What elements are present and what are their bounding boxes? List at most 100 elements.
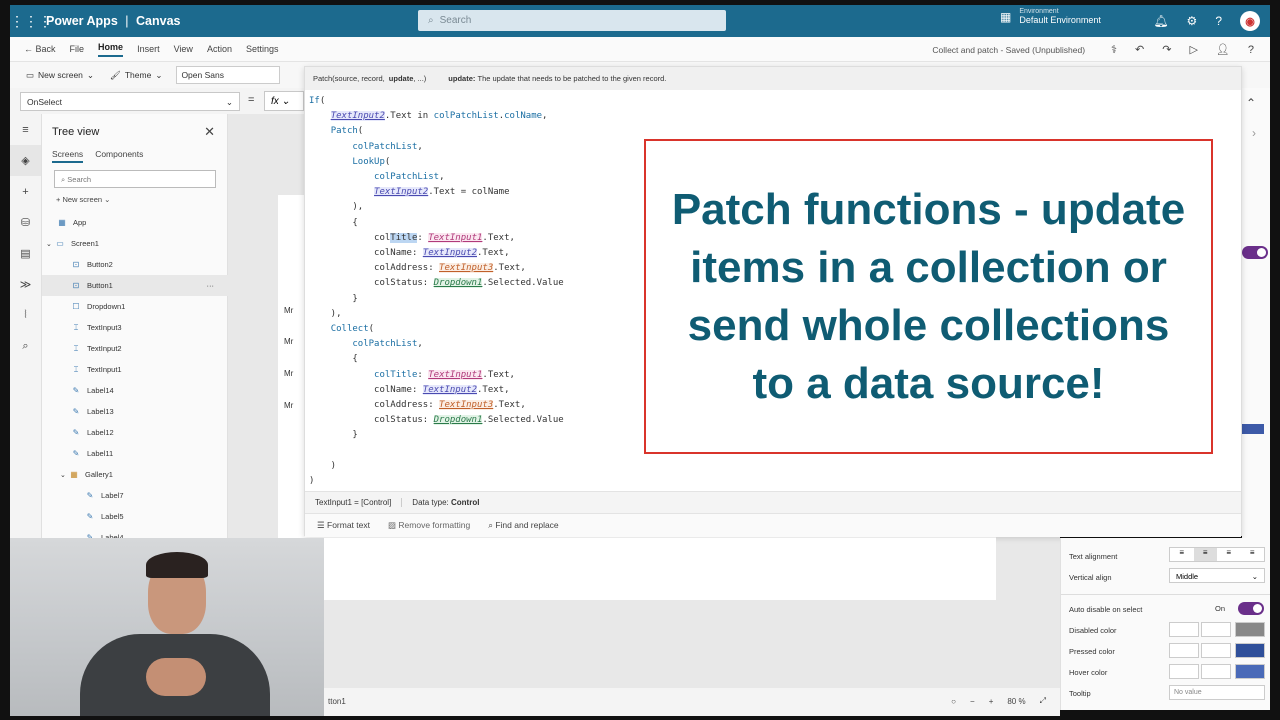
label-icon: ✎ bbox=[86, 512, 94, 521]
align-left-icon[interactable]: ≡ bbox=[1170, 548, 1194, 561]
tree-item-label11[interactable]: ✎ Label11 bbox=[42, 443, 228, 464]
tooltip-input[interactable]: No value bbox=[1169, 685, 1265, 700]
fill-color-button[interactable] bbox=[1201, 643, 1231, 658]
plus-icon[interactable]: + bbox=[10, 176, 41, 207]
font-color-button[interactable] bbox=[1169, 643, 1199, 658]
tree-item-label12[interactable]: ✎ Label12 bbox=[42, 422, 228, 443]
function-hint: Patch(source, record, update, ...) updat… bbox=[305, 67, 1241, 90]
canvas-bottom bbox=[324, 538, 996, 598]
menu-action[interactable]: Action bbox=[207, 44, 232, 54]
remove-formatting-button[interactable]: ▨ Remove formatting bbox=[388, 520, 470, 531]
font-color-button[interactable] bbox=[1169, 664, 1199, 679]
tree-item-label7[interactable]: ✎ Label7 bbox=[42, 485, 228, 506]
building-icon: ▦ bbox=[1000, 9, 1012, 24]
more-icon[interactable]: ··· bbox=[207, 281, 215, 290]
global-search-input[interactable]: ⌕ Search bbox=[418, 10, 726, 31]
menu-settings[interactable]: Settings bbox=[246, 44, 279, 54]
database-icon[interactable]: ⛁ bbox=[10, 207, 41, 238]
avatar[interactable]: ◉ bbox=[1240, 11, 1260, 31]
layers-icon[interactable]: ◈ bbox=[10, 145, 41, 176]
menu-insert[interactable]: Insert bbox=[137, 44, 160, 54]
tree-item-textinput3[interactable]: ⌶ TextInput3 bbox=[42, 317, 228, 338]
code-text[interactable]: If( TextInput2.Text in colPatchList.colN… bbox=[309, 94, 564, 489]
format-text-button[interactable]: ☰ Format text bbox=[317, 520, 370, 531]
tab-components[interactable]: Components bbox=[95, 149, 143, 163]
disabled-color-swatch[interactable] bbox=[1235, 622, 1265, 637]
auto-disable-value: On bbox=[1215, 604, 1226, 613]
play-icon[interactable]: ▷ bbox=[1189, 43, 1197, 56]
menu-bar: ← Back File Home Insert View Action Sett… bbox=[10, 37, 1270, 62]
tree-search-input[interactable]: ⌕ Search bbox=[54, 170, 216, 188]
environment-picker[interactable]: ▦ Environment Default Environment bbox=[1000, 8, 1101, 25]
help-icon-2[interactable]: ? bbox=[1248, 44, 1254, 56]
color-swatch[interactable] bbox=[1242, 424, 1264, 434]
textinput-icon: ⌶ bbox=[73, 343, 79, 353]
bottom-bar: tton1 ○ − + 80 % ⤢ bbox=[324, 688, 1060, 716]
tab-screens[interactable]: Screens bbox=[52, 149, 84, 163]
expand-icon[interactable]: ⤢ bbox=[1040, 696, 1046, 706]
equals-sign: = bbox=[248, 94, 255, 106]
tooltip-label: Tooltip bbox=[1069, 689, 1091, 698]
new-screen-button[interactable]: ▭ New screen ⌄ bbox=[26, 70, 94, 81]
gear-icon[interactable]: ⚙ bbox=[1187, 14, 1198, 28]
tree-new-screen-button[interactable]: + New screen ⌄ bbox=[56, 195, 110, 204]
menu-home[interactable]: Home bbox=[98, 42, 124, 57]
label-icon: ✎ bbox=[72, 449, 80, 458]
variables-icon[interactable]: ⦚ bbox=[10, 300, 41, 331]
tree-item-label13[interactable]: ✎ Label13 bbox=[42, 401, 228, 422]
chevron-up-icon[interactable]: ⌃ bbox=[1246, 96, 1256, 110]
tree-item-textinput1[interactable]: ⌶ TextInput1 bbox=[42, 359, 228, 380]
font-select[interactable]: Open Sans bbox=[176, 66, 281, 84]
button-icon: ⊡ bbox=[72, 260, 80, 269]
plus-icon[interactable]: + bbox=[989, 697, 994, 706]
minus-icon[interactable]: − bbox=[970, 697, 975, 706]
tree-item-button2[interactable]: ⊡ Button2 bbox=[42, 254, 228, 275]
close-icon[interactable]: ✕ bbox=[204, 124, 215, 140]
partial-toggle[interactable] bbox=[1242, 246, 1268, 259]
back-button[interactable]: ← Back bbox=[24, 44, 56, 54]
tree-item-button1[interactable]: ⊡ Button1 ··· bbox=[42, 275, 228, 296]
auto-disable-toggle[interactable] bbox=[1238, 602, 1264, 615]
media-icon[interactable]: ▤ bbox=[10, 238, 41, 269]
font-color-button[interactable] bbox=[1169, 622, 1199, 637]
vertical-align-select[interactable]: Middle ⌄ bbox=[1169, 568, 1265, 583]
menu-file[interactable]: File bbox=[70, 44, 85, 54]
bell-icon[interactable]: 🔔︎ bbox=[1153, 14, 1168, 28]
align-right-icon[interactable]: ≡ bbox=[1217, 548, 1241, 561]
tree-item-textinput2[interactable]: ⌶ TextInput2 bbox=[42, 338, 228, 359]
circle-icon[interactable]: ○ bbox=[951, 697, 956, 706]
text-alignment-control[interactable]: ≡ ≡ ≡ ≡ bbox=[1169, 547, 1265, 562]
undo-icon[interactable]: ↶ bbox=[1135, 43, 1144, 56]
tree-item-dropdown1[interactable]: ☐ Dropdown1 bbox=[42, 296, 228, 317]
hint-param-name: update: bbox=[448, 74, 476, 83]
chevron-right-icon[interactable]: › bbox=[1252, 126, 1256, 140]
fill-color-button[interactable] bbox=[1201, 664, 1231, 679]
theme-button[interactable]: 🖌︎ Theme ⌄ bbox=[110, 70, 162, 81]
hover-color-swatch[interactable] bbox=[1235, 664, 1265, 679]
pressed-color-swatch[interactable] bbox=[1235, 643, 1265, 658]
align-center-icon[interactable]: ≡ bbox=[1193, 548, 1217, 561]
help-icon[interactable]: ? bbox=[1215, 14, 1222, 28]
disabled-color-label: Disabled color bbox=[1069, 626, 1117, 635]
power-automate-icon[interactable]: ≫ bbox=[10, 269, 41, 300]
tree-item-label5[interactable]: ✎ Label5 bbox=[42, 506, 228, 527]
menu-view[interactable]: View bbox=[174, 44, 193, 54]
hamburger-icon[interactable]: ≡ bbox=[10, 114, 41, 145]
tree-item-label14[interactable]: ✎ Label14 bbox=[42, 380, 228, 401]
selected-control-name[interactable]: tton1 bbox=[328, 697, 346, 706]
redo-icon[interactable]: ↷ bbox=[1162, 43, 1171, 56]
menu-right: Collect and patch - Saved (Unpublished) … bbox=[932, 43, 1254, 57]
tree-item-app[interactable]: ▦ App bbox=[42, 212, 228, 233]
vertical-align-label: Vertical align bbox=[1069, 573, 1112, 582]
tree-item-screen1[interactable]: ⌄ ▭ Screen1 bbox=[42, 233, 228, 254]
fx-button[interactable]: fx ⌄ bbox=[264, 91, 304, 111]
app-launcher-icon[interactable]: ⋮⋮⋮ bbox=[10, 13, 52, 30]
find-replace-button[interactable]: ⌕ Find and replace bbox=[488, 520, 558, 531]
fill-color-button[interactable] bbox=[1201, 622, 1231, 637]
property-select[interactable]: OnSelect ⌄ bbox=[20, 92, 240, 111]
align-justify-icon[interactable]: ≡ bbox=[1241, 548, 1265, 561]
search-rail-icon[interactable]: ⌕ bbox=[10, 331, 41, 362]
stethoscope-icon[interactable]: ⚕ bbox=[1111, 43, 1117, 56]
share-icon[interactable]: 👤︎ bbox=[1216, 43, 1230, 56]
tree-item-gallery1[interactable]: ⌄ ▦ Gallery1 bbox=[42, 464, 228, 485]
